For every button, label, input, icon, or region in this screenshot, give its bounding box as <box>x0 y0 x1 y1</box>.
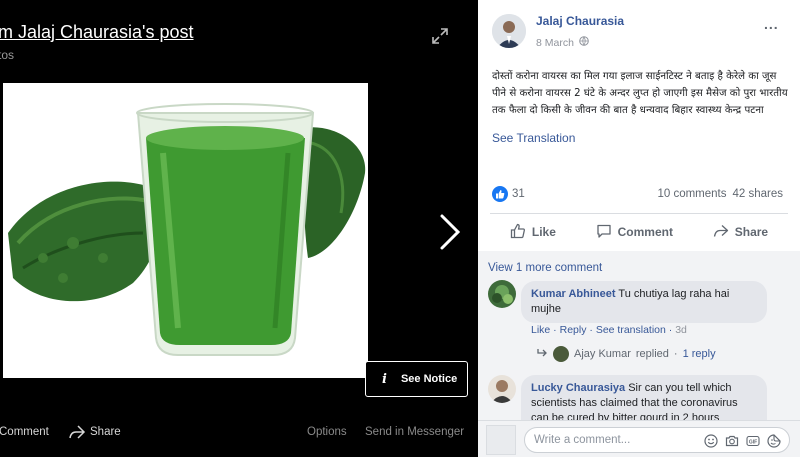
share-button[interactable]: Share <box>713 223 768 242</box>
author-name-link[interactable]: Jalaj Chaurasia <box>536 14 624 28</box>
commenter-name-link[interactable]: Kumar Abhineet <box>531 288 616 300</box>
share-label: Share <box>734 225 769 239</box>
globe-icon <box>579 36 589 49</box>
viewer-comment-button[interactable]: Comment <box>0 426 49 438</box>
reply-arrow-icon <box>536 348 548 361</box>
see-notice-label: See Notice <box>400 373 458 385</box>
thumbs-up-icon <box>510 223 526 242</box>
reaction-summary[interactable]: 31 <box>492 186 525 202</box>
comment-bubble: Kumar Abhineet Tu chutiya lag raha hai m… <box>521 281 767 323</box>
expand-icon[interactable] <box>430 26 450 46</box>
divider <box>490 213 788 214</box>
viewer-action-bar: Comment Share Options Send in Messenger <box>0 424 478 444</box>
next-photo-chevron-icon[interactable] <box>434 212 464 252</box>
shares-count-link[interactable]: 42 shares <box>732 188 783 200</box>
comments-count-link[interactable]: 10 comments <box>657 188 726 200</box>
composer-placeholder: Write a comment... <box>534 434 631 446</box>
more-options-icon[interactable]: ... <box>764 16 779 32</box>
info-icon: i <box>382 371 387 387</box>
composer-icons: GIF <box>703 433 781 448</box>
comment-avatar[interactable] <box>488 280 516 308</box>
comment-see-translation-link[interactable]: See translation <box>596 324 666 336</box>
share-arrow-icon[interactable] <box>68 424 86 443</box>
like-reaction-icon <box>492 186 508 202</box>
post-text: दोस्तों करोना वायरस का मिल गया इलाज साईन… <box>492 71 788 116</box>
like-button[interactable]: Like <box>510 223 556 242</box>
view-more-comments-link[interactable]: View 1 more comment <box>488 262 602 274</box>
camera-icon[interactable] <box>724 433 739 448</box>
composer-avatar <box>486 425 516 455</box>
share-arrow-icon <box>713 223 729 242</box>
sticker-icon[interactable] <box>766 433 781 448</box>
reply-avatar <box>553 346 569 362</box>
comment-bubble: Lucky Chaurasiya Sir can you tell which … <box>521 375 767 423</box>
reply-summary[interactable]: Ajay Kumar replied · 1 reply <box>536 346 716 362</box>
emoji-icon[interactable] <box>703 433 718 448</box>
reaction-count: 31 <box>512 188 525 200</box>
reply-count-link[interactable]: 1 reply <box>683 348 716 360</box>
gif-icon[interactable]: GIF <box>745 433 760 448</box>
comment-bubble-icon <box>596 223 612 242</box>
post-photo <box>3 83 368 378</box>
send-in-messenger-button[interactable]: Send in Messenger <box>365 426 464 438</box>
viewer-options-button[interactable]: Options <box>307 426 347 438</box>
comment-reply-link[interactable]: Reply <box>560 324 587 336</box>
reply-verb: replied <box>635 348 669 360</box>
commenter-name-link[interactable]: Lucky Chaurasiya <box>531 382 625 394</box>
viewer-subtitle: tos <box>0 48 15 62</box>
post-date-text: 8 March <box>536 36 574 49</box>
engagement-counts: 10 comments 42 shares <box>657 188 783 200</box>
post-date[interactable]: 8 March <box>536 36 589 49</box>
post-panel: Jalaj Chaurasia 8 March ... दोस्तों करोन… <box>478 0 800 457</box>
comment-actions: Like · Reply · See translation · 3d <box>531 324 687 336</box>
post-action-bar: Like Comment Share <box>490 218 788 246</box>
like-label: Like <box>531 225 556 239</box>
photo-viewer: m Jalaj Chaurasia's post tos <box>0 0 478 457</box>
gif-label: GIF <box>748 439 756 445</box>
viewer-share-button[interactable]: Share <box>90 426 121 438</box>
write-comment-input[interactable]: Write a comment... GIF <box>524 427 790 453</box>
comments-section: View 1 more comment Kumar Abhineet Tu ch… <box>478 251 800 423</box>
comment-like-link[interactable]: Like <box>531 324 550 336</box>
comment-label: Comment <box>617 225 673 239</box>
viewer-title-link[interactable]: m Jalaj Chaurasia's post <box>0 22 194 43</box>
comment-composer: Write a comment... GIF <box>478 420 800 457</box>
comment-avatar[interactable] <box>488 375 516 403</box>
author-avatar[interactable] <box>492 14 526 48</box>
see-translation-link[interactable]: See Translation <box>492 131 575 145</box>
see-notice-button[interactable]: i See Notice <box>365 361 468 397</box>
comment-button[interactable]: Comment <box>596 223 673 242</box>
comment-time[interactable]: 3d <box>675 324 687 336</box>
reply-author: Ajay Kumar <box>574 348 631 360</box>
